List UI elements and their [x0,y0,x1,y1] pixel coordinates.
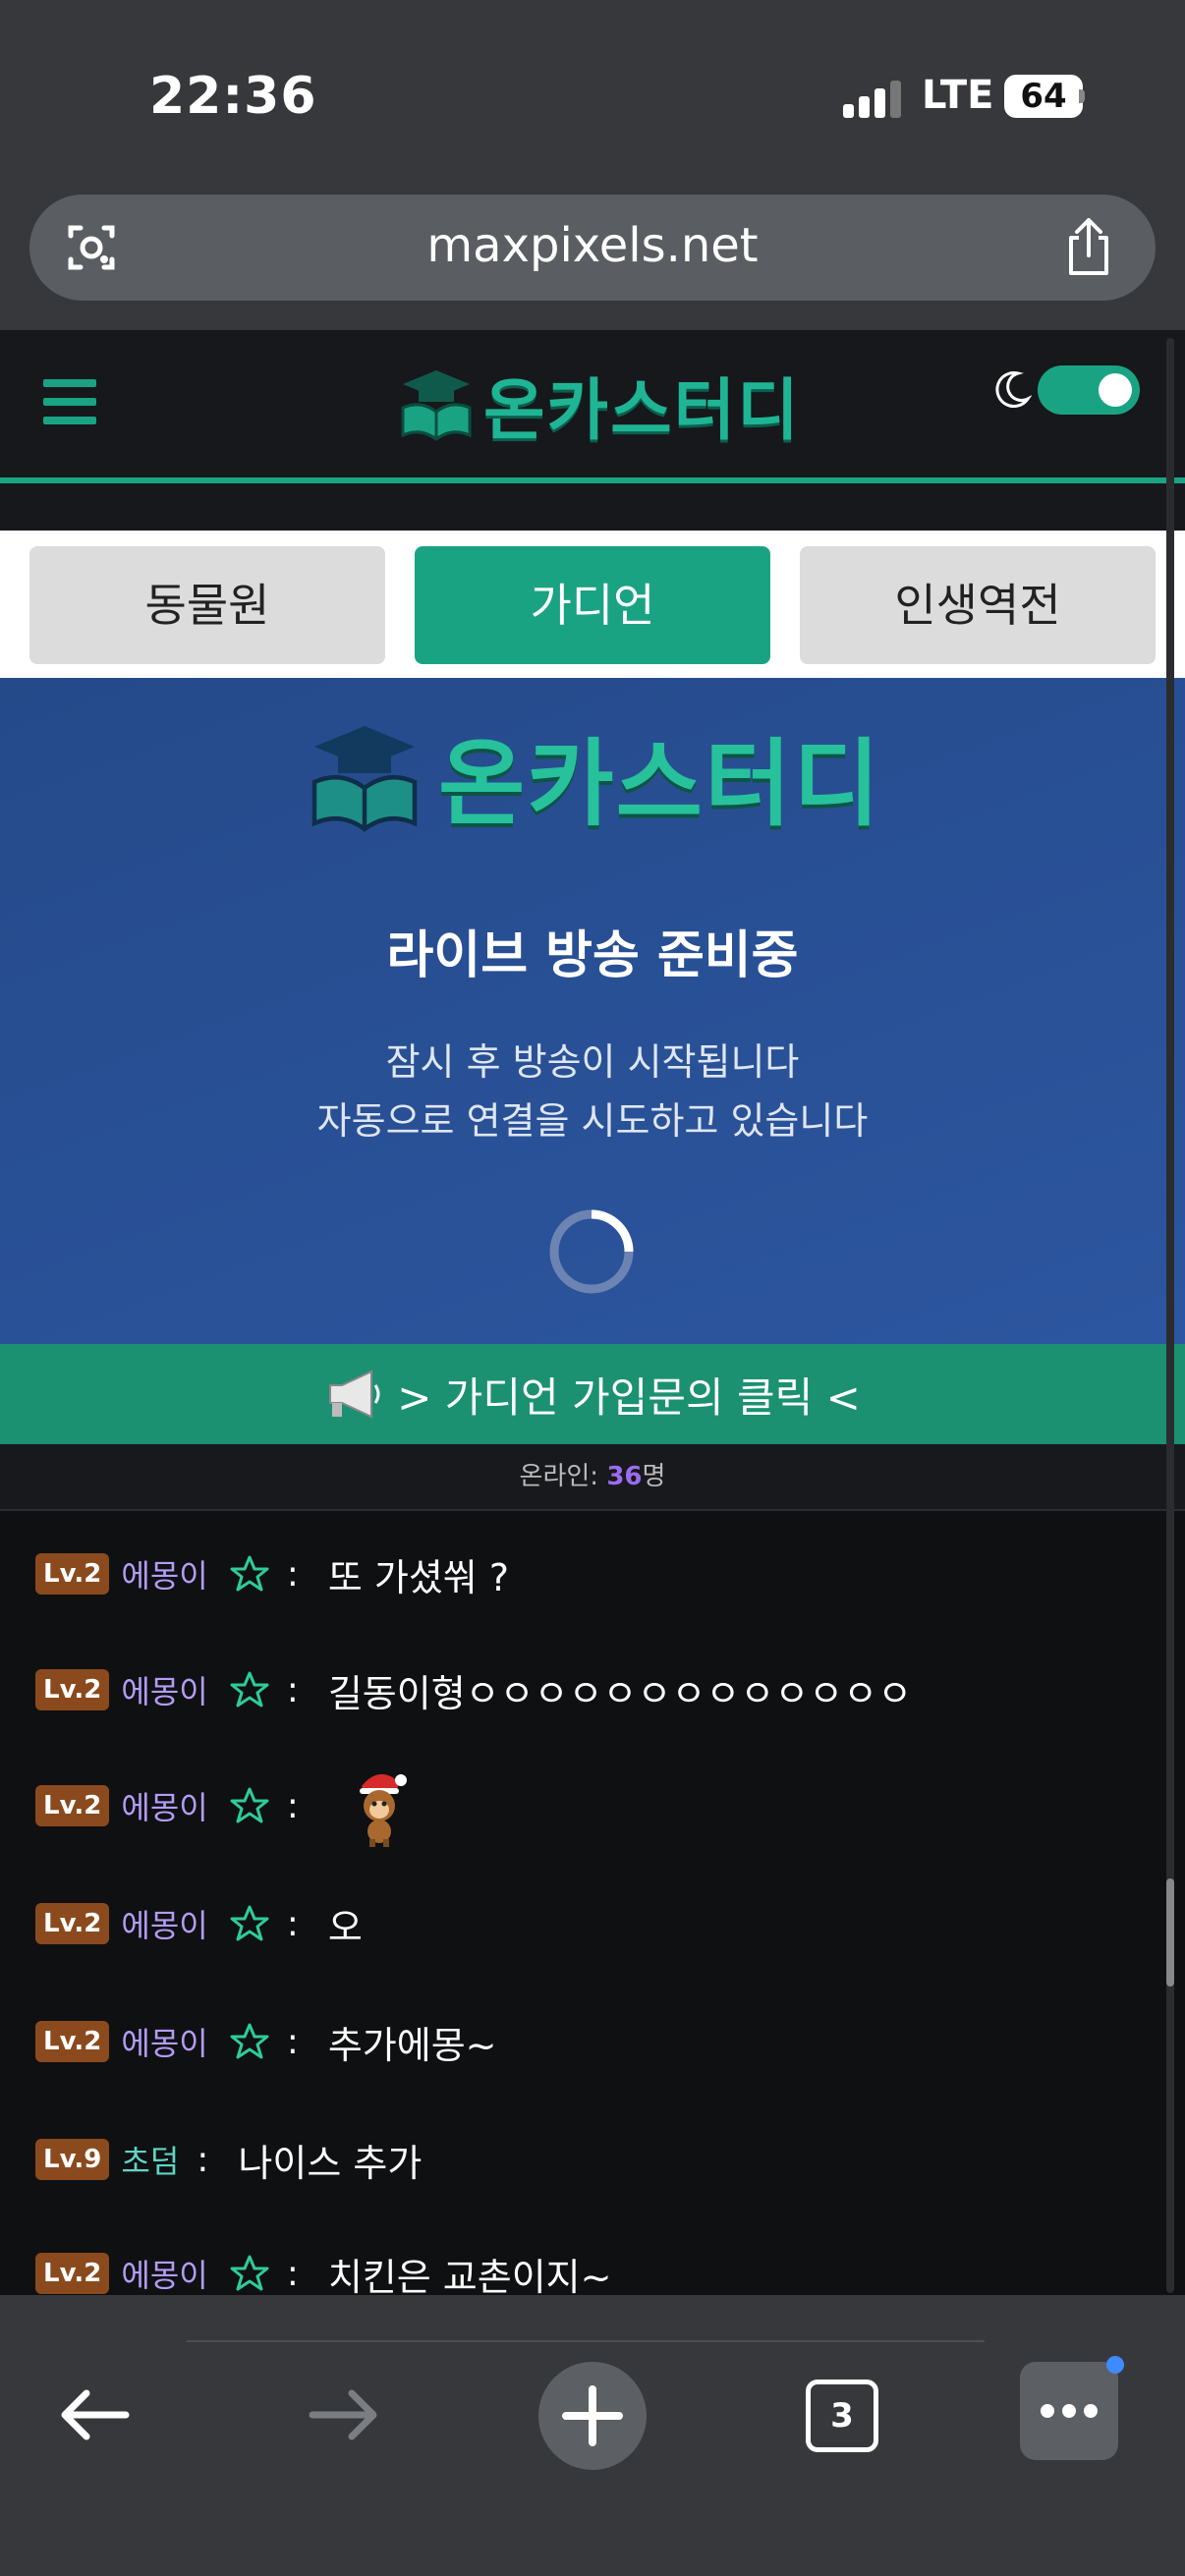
site-logo[interactable]: 온카스터디 [397,360,801,450]
star-icon [230,2023,269,2059]
nickname[interactable]: 에몽이 [121,1551,207,1596]
book-cap-icon [311,725,418,832]
nickname[interactable]: 에몽이 [121,1783,207,1828]
level-badge: Lv.2 [35,1785,110,1826]
chat-message: Lv.2 에몽이 : [35,1764,411,1847]
hero-subtitle-1: 잠시 후 방송이 시작됩니다 [385,1040,800,1084]
level-badge: Lv.9 [35,2139,110,2180]
santa-monkey-emoticon-icon [359,1773,407,1847]
nickname[interactable]: 에몽이 [121,2251,207,2295]
level-badge: Lv.2 [35,2021,110,2062]
level-badge: Lv.2 [35,1669,110,1710]
star-icon [230,1787,269,1823]
chat-message: Lv.9 초덤 : 나이스 추가 [35,2130,422,2189]
level-badge: Lv.2 [35,1903,110,1944]
level-badge: Lv.2 [35,2253,110,2294]
site-header: 온카스터디 [0,330,1185,531]
forward-arrow-icon[interactable] [307,2385,381,2444]
online-label: 온라인: [519,1462,599,1491]
more-menu-button[interactable] [1020,2356,1124,2460]
online-count: 온라인: 36명 [0,1444,1185,1511]
nickname[interactable]: 에몽이 [121,1667,207,1712]
status-time: 22:36 [149,67,317,126]
tab-switcher-button[interactable]: 3 [806,2380,878,2452]
more-dots-icon [1041,2404,1098,2418]
online-unit: 명 [642,1462,666,1491]
star-icon [230,2255,269,2291]
message-text: 치킨은 교촌이지~ [327,2255,612,2296]
chat-message: Lv.2 에몽이 : 추가에몽~ [35,2012,497,2071]
tab-guardian[interactable]: 가디언 [415,546,770,664]
live-player: 온카스터디 라이브 방송 준비중 잠시 후 방송이 시작됩니다 자동으로 연결을… [0,678,1185,1346]
back-arrow-icon[interactable] [57,2385,132,2444]
chat-message: Lv.2 에몽이 : 또 가셨쒀 ? [35,1544,509,1603]
star-icon [230,1555,269,1592]
chat-message: Lv.2 에몽이 : 오 [35,1894,363,1953]
chat-message: Lv.2 에몽이 : 길동이형ㅇㅇㅇㅇㅇㅇㅇㅇㅇㅇㅇㅇㅇ [35,1660,912,1719]
separator: : [286,1785,299,1826]
online-number: 36 [606,1462,643,1491]
url-text[interactable]: maxpixels.net [29,218,1156,273]
header-divider [0,477,1185,483]
home-indicator-line [187,2340,985,2342]
address-bar[interactable]: maxpixels.net [29,195,1156,301]
nickname[interactable]: 초덤 [121,2137,179,2182]
channel-tabs: 동물원 가디언 인생역전 [0,531,1185,678]
moon-icon [995,371,1032,408]
notification-dot [1106,2356,1124,2374]
browser-toolbar: 3 [0,2295,1185,2576]
message-text: 길동이형ㅇㅇㅇㅇㅇㅇㅇㅇㅇㅇㅇㅇㅇ [327,1671,913,1715]
separator: : [286,1903,299,1944]
star-icon [230,1905,269,1941]
logo-text: 온카스터디 [483,371,801,450]
toggle-knob [1099,373,1132,407]
separator: : [197,2139,209,2180]
megaphone-icon [329,1370,380,1419]
separator: : [286,2021,299,2062]
network-label: LTE [922,73,994,118]
message-text: 오 [327,1905,363,1949]
signal-icon [843,79,902,118]
page-scrollbar[interactable] [1166,338,1174,2293]
message-text: 나이스 추가 [238,2141,423,2185]
separator: : [286,1669,299,1710]
hero-subtitle-2: 자동으로 연결을 시도하고 있습니다 [316,1099,869,1143]
separator: : [286,1553,299,1595]
message-text: 또 가셨쒀 ? [327,1555,510,1599]
tab-reversal[interactable]: 인생역전 [800,546,1156,664]
cta-text: > 가디언 가입문의 클릭 < [397,1372,861,1422]
share-icon[interactable] [1059,216,1118,279]
star-icon [230,1671,269,1708]
message-text: 추가에몽~ [327,2023,497,2067]
scrollbar-thumb[interactable] [1166,1878,1174,1987]
level-badge: Lv.2 [35,1553,110,1595]
nickname[interactable]: 에몽이 [121,1901,207,1946]
hero-logo-text: 온카스터디 [438,729,882,839]
menu-icon[interactable] [43,379,96,424]
battery-cap [1079,89,1085,103]
chat-list[interactable]: Lv.2 에몽이 : 또 가셨쒀 ? Lv.2 에몽이 : 길동이형ㅇㅇㅇㅇㅇㅇ… [0,1511,1185,2295]
hero-logo: 온카스터디 [301,707,882,844]
chat-message: Lv.2 에몽이 : 치킨은 교촌이지~ [35,2244,611,2295]
browser-chrome: 22:36 LTE 64 maxpixels.net [0,0,1185,330]
hero-title: 라이브 방송 준비중 [386,926,799,985]
separator: : [286,2253,299,2294]
loading-spinner-icon [549,1209,634,1294]
new-tab-button[interactable] [538,2362,647,2470]
plus-icon [562,2385,623,2446]
battery-icon: 64 [1004,75,1083,118]
book-cap-icon [401,370,472,441]
dark-mode-toggle[interactable] [1038,365,1140,415]
join-inquiry-banner[interactable]: > 가디언 가입문의 클릭 < [0,1344,1185,1444]
tab-zoo[interactable]: 동물원 [29,546,385,664]
nickname[interactable]: 에몽이 [121,2019,207,2064]
